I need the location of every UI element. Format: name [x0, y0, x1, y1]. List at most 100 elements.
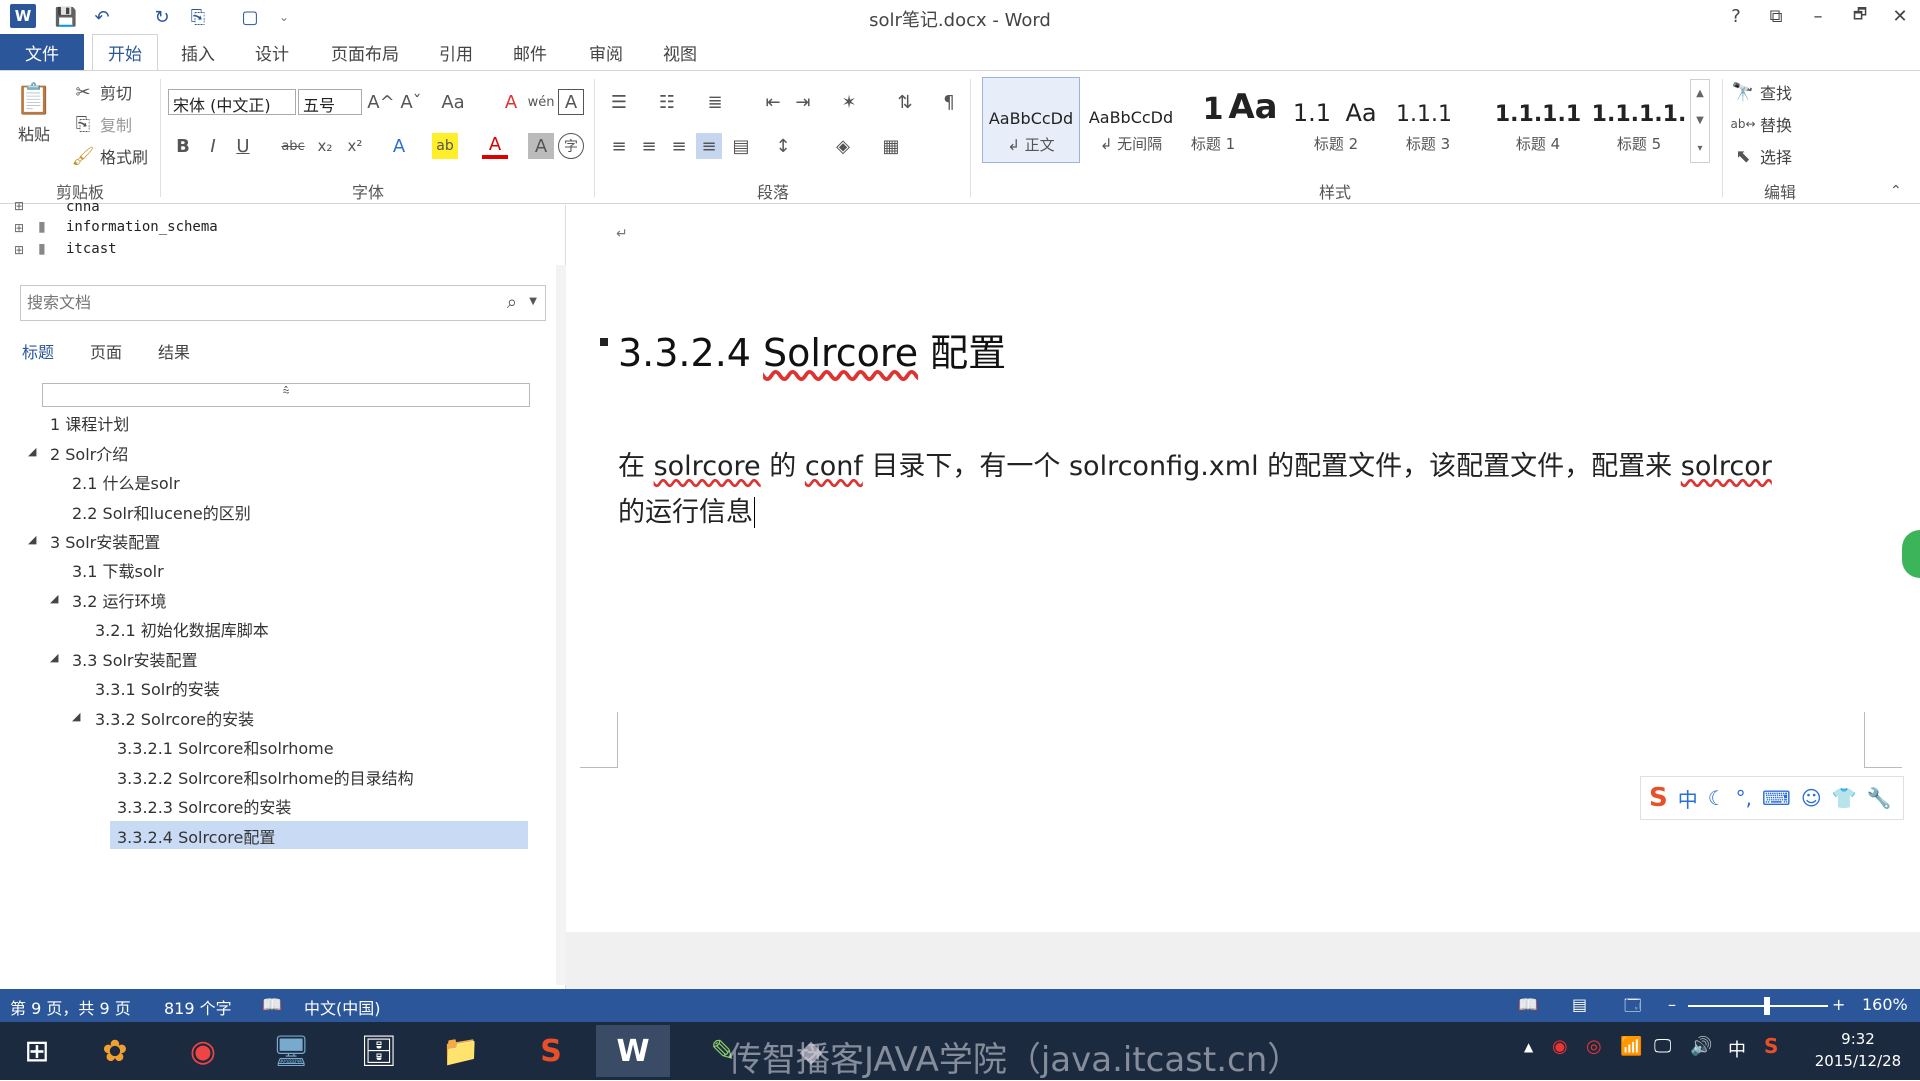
sogou-tray-icon[interactable]: S — [1764, 1034, 1778, 1058]
ime-mode-toggle[interactable]: 中 — [1678, 784, 1698, 813]
enclose-char-icon[interactable]: 字 — [558, 133, 584, 159]
sort-icon[interactable]: ⇅ — [892, 89, 918, 115]
web-layout-icon[interactable]: 🗔 — [1624, 995, 1641, 1022]
tray-display-icon[interactable]: 🖵 — [1654, 1036, 1671, 1057]
zoom-slider-thumb[interactable] — [1764, 997, 1770, 1015]
shading-icon[interactable]: ◈ — [830, 133, 856, 159]
chinese-layout-icon[interactable]: ✶ — [836, 89, 862, 115]
tab-file[interactable]: 文件 — [0, 34, 84, 70]
numbering-icon[interactable]: ☷ — [654, 89, 680, 115]
shirt-icon[interactable]: 👕 — [1832, 786, 1857, 810]
ime-toolbar[interactable]: S 中 ☾ °, ⌨ ☺ 👕 🔧 — [1640, 776, 1904, 820]
multilevel-list-icon[interactable]: ≣ — [702, 89, 728, 115]
highlight-icon[interactable]: ab — [432, 133, 458, 159]
style-sample-aa-large[interactable]: Aa — [1218, 77, 1288, 163]
heading-item[interactable]: 3.2 运行环境 — [72, 588, 167, 612]
phonetic-guide-icon[interactable]: wén — [528, 89, 555, 115]
style-aa[interactable]: Aa — [1336, 77, 1386, 163]
remote-desktop-icon[interactable]: 🖥 — [254, 1025, 328, 1077]
tab-view[interactable]: 视图 — [652, 34, 708, 70]
app-360-icon[interactable]: ✿ — [78, 1025, 152, 1077]
paste-button[interactable]: 📋 粘贴 — [14, 79, 54, 145]
superscript-icon[interactable]: x² — [342, 133, 368, 159]
heading-item-selected[interactable]: 3.3.2.4 Solrcore配置 — [117, 824, 275, 848]
clock-time[interactable]: 9:32 — [1808, 1030, 1908, 1048]
zoom-level[interactable]: 160% — [1862, 995, 1908, 1014]
chrome-icon[interactable]: ◉ — [166, 1025, 240, 1077]
select-button[interactable]: ⬉ 选择 — [1730, 143, 1792, 169]
strikethrough-icon[interactable]: abc — [280, 133, 306, 159]
style-heading-4[interactable]: 1.1.1.1 标题 4 — [1490, 77, 1586, 163]
proofing-icon[interactable]: 📖 — [262, 995, 282, 1014]
word-count[interactable]: 819 个字 — [164, 995, 232, 1019]
tab-design[interactable]: 设计 — [244, 34, 300, 70]
tab-references[interactable]: 引用 — [428, 34, 484, 70]
search-document-box[interactable]: ⌕ ▼ — [20, 285, 546, 321]
subscript-icon[interactable]: x₂ — [312, 133, 338, 159]
heading-item[interactable]: 2.2 Solr和lucene的区别 — [72, 500, 251, 524]
floating-widget[interactable] — [1902, 530, 1920, 578]
zoom-slider[interactable] — [1688, 1005, 1828, 1007]
user-icon[interactable]: ☺ — [1801, 786, 1822, 810]
collapse-triangle-icon[interactable]: ◢ — [50, 651, 58, 664]
heading-item[interactable]: 3.1 下载solr — [72, 558, 164, 582]
heading-item[interactable]: 3.3 Solr安装配置 — [72, 647, 198, 671]
styles-gallery-scroll[interactable]: ▲ ▼ ▾ — [1690, 79, 1710, 163]
close-button[interactable]: ✕ — [1882, 2, 1918, 30]
document-heading[interactable]: 3.3.2.4 Solrcore 配置 — [618, 322, 1006, 377]
search-input[interactable] — [21, 286, 481, 318]
paragraph-line-2[interactable]: 的运行信息 — [618, 490, 755, 529]
heading-item[interactable]: 3.3.2 Solrcore的安装 — [95, 706, 254, 730]
show-marks-icon[interactable]: ¶ — [936, 89, 962, 115]
heading-item[interactable]: 3.3.2.3 Solrcore的安装 — [117, 794, 291, 818]
expand-icon[interactable]: ⊞ — [14, 221, 24, 235]
ribbon-display-icon[interactable]: ⧉ — [1758, 2, 1794, 30]
zoom-out-button[interactable]: – — [1668, 995, 1676, 1014]
style-normal[interactable]: AaBbCcDd ↲ 正文 — [982, 77, 1080, 163]
read-mode-icon[interactable]: 📖 — [1518, 995, 1538, 1014]
tab-review[interactable]: 审阅 — [578, 34, 634, 70]
expand-icon[interactable]: ⊞ — [14, 243, 24, 257]
clear-format-icon[interactable]: A — [498, 89, 524, 115]
grow-font-icon[interactable]: A^ — [367, 89, 394, 115]
style-no-spacing[interactable]: AaBbCcDd ↲ 无间隔 — [1082, 77, 1180, 163]
tab-home[interactable]: 开始 — [92, 34, 158, 70]
align-center-icon[interactable]: ≡ — [636, 133, 662, 159]
text-effects-icon[interactable]: A — [386, 133, 412, 159]
help-icon[interactable]: ? — [1718, 2, 1754, 30]
tab-pages[interactable]: 页面 — [90, 339, 122, 363]
tree-item[interactable]: information_schema — [66, 219, 218, 235]
moon-icon[interactable]: ☾ — [1708, 786, 1726, 810]
align-right-icon[interactable]: ≡ — [666, 133, 692, 159]
sogou-logo-icon[interactable]: S — [1649, 783, 1668, 813]
heading-item[interactable]: 3.3.1 Solr的安装 — [95, 676, 220, 700]
format-painter-button[interactable]: 🖌 格式刷 — [70, 143, 148, 169]
copy-button[interactable]: ⎘ 复制 — [70, 111, 132, 137]
decrease-indent-icon[interactable]: ⇤ — [760, 89, 786, 115]
keyboard-icon[interactable]: ⌨ — [1762, 786, 1791, 810]
volume-icon[interactable]: 🔊 — [1690, 1036, 1712, 1057]
tab-results[interactable]: 结果 — [158, 339, 190, 363]
bullets-icon[interactable]: ☰ — [606, 89, 632, 115]
increase-indent-icon[interactable]: ⇥ — [790, 89, 816, 115]
tray-app-icon[interactable]: ◉ — [1552, 1036, 1568, 1057]
tab-headings[interactable]: 标题 — [22, 339, 54, 363]
change-case-icon[interactable]: Aa — [440, 89, 466, 115]
folder-icon[interactable]: 📁 — [424, 1025, 498, 1077]
replace-button[interactable]: ab↔ 替换 — [1730, 111, 1792, 137]
word-taskbar-icon[interactable]: W — [596, 1025, 670, 1077]
style-heading-5[interactable]: 1.1.1.1. 标题 5 — [1590, 77, 1688, 163]
expand-icon[interactable]: ⊞ — [14, 199, 24, 213]
distributed-icon[interactable]: ▤ — [728, 133, 754, 159]
collapse-triangle-icon[interactable]: ◢ — [28, 445, 36, 458]
punctuation-icon[interactable]: °, — [1736, 786, 1752, 810]
wrench-icon[interactable]: 🔧 — [1867, 786, 1892, 810]
restore-button[interactable]: 🗗 — [1842, 2, 1878, 30]
windows-start-icon[interactable]: ⊞ — [0, 1025, 74, 1077]
file-manager-icon[interactable]: 🗄 — [342, 1025, 416, 1077]
collapse-triangle-icon[interactable]: ◢ — [28, 533, 36, 546]
char-border-icon[interactable]: A — [558, 89, 584, 115]
tab-layout[interactable]: 页面布局 — [322, 34, 408, 70]
underline-icon[interactable]: U — [230, 133, 256, 159]
font-name-select[interactable]: 宋体 (中文正) — [168, 89, 296, 115]
